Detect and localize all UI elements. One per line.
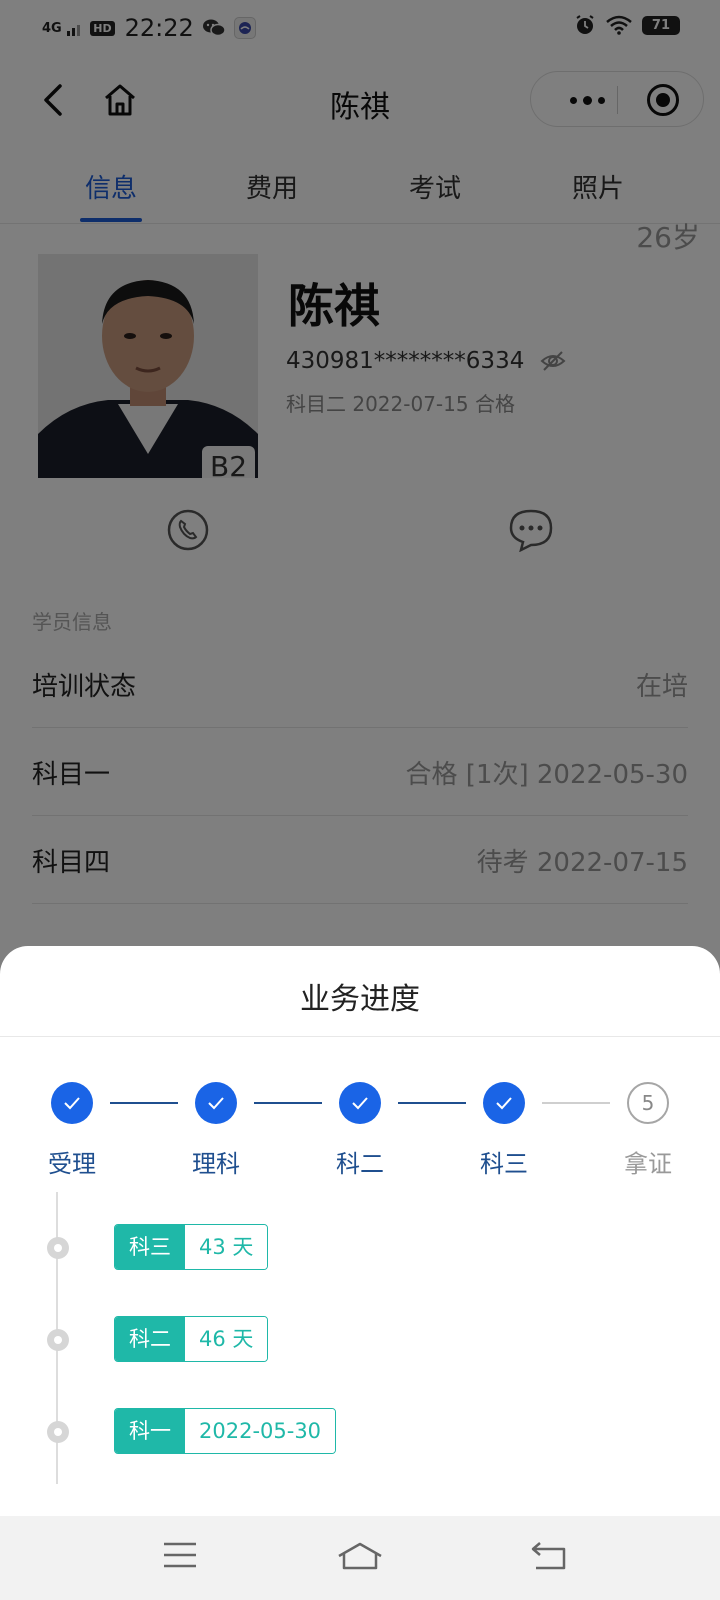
step-connector	[254, 1102, 322, 1104]
timeline-entry: 科一 2022-05-30	[114, 1408, 337, 1454]
step-connector	[398, 1102, 466, 1104]
progress-bottom-sheet: 业务进度 5 受理 理科 科二 科三 拿证 科三 43 天 科二 46 天 科一…	[0, 946, 720, 1516]
timeline-subject: 科三	[115, 1225, 185, 1269]
step-label: 拿证	[624, 1150, 672, 1178]
home-nav-icon[interactable]	[336, 1540, 384, 1572]
step-label: 理科	[192, 1150, 240, 1178]
step-4-check-icon	[483, 1082, 525, 1124]
system-navigation-bar	[0, 1516, 720, 1600]
timeline-value: 43 天	[185, 1225, 268, 1269]
timeline-entry: 科二 46 天	[114, 1316, 269, 1362]
sheet-title: 业务进度	[300, 982, 420, 1017]
step-3-check-icon	[339, 1082, 381, 1124]
step-connector	[110, 1102, 178, 1104]
step-5-number: 5	[627, 1082, 669, 1124]
timeline-entry: 科三 43 天	[114, 1224, 269, 1270]
timeline-subject: 科二	[115, 1317, 185, 1361]
timeline-dot	[47, 1237, 69, 1259]
timeline-dot	[47, 1421, 69, 1443]
step-connector	[542, 1102, 610, 1104]
timeline-dot	[47, 1329, 69, 1351]
step-1-check-icon	[51, 1082, 93, 1124]
step-label: 科二	[336, 1150, 384, 1178]
step-2-check-icon	[195, 1082, 237, 1124]
back-nav-icon[interactable]	[530, 1540, 568, 1572]
sheet-divider	[0, 1036, 720, 1037]
step-label: 科三	[480, 1150, 528, 1178]
timeline-value: 2022-05-30	[185, 1409, 336, 1453]
step-label: 受理	[48, 1150, 96, 1178]
menu-icon[interactable]	[162, 1540, 198, 1570]
timeline-value: 46 天	[185, 1317, 268, 1361]
timeline-subject: 科一	[115, 1409, 185, 1453]
